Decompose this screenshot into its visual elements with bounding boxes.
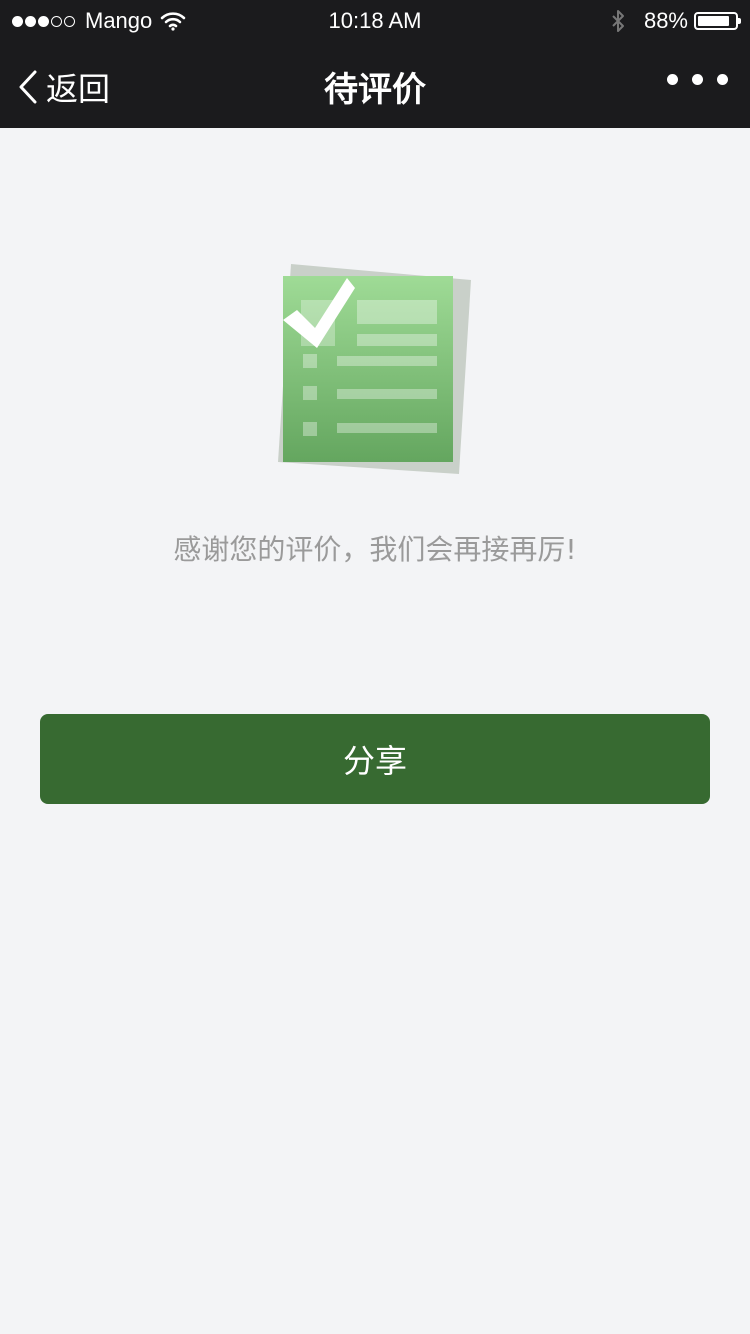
status-right: 88%: [610, 8, 741, 34]
bluetooth-icon: [612, 10, 624, 32]
more-dot: [692, 74, 703, 85]
status-bar: Mango 10:18 AM 88%: [0, 0, 750, 40]
checklist-icon: [275, 262, 475, 482]
navigation-bar: 返回 待评价: [0, 40, 750, 128]
thank-you-message: 感谢您的评价，我们会再接再厉!: [173, 533, 577, 566]
share-button[interactable]: 分享: [40, 714, 710, 804]
page-title: 待评价: [324, 70, 426, 110]
more-dot: [667, 74, 678, 85]
more-icon[interactable]: [653, 74, 728, 85]
battery-percent: 88%: [643, 8, 688, 33]
more-dot: [717, 74, 728, 85]
battery-icon: [694, 12, 741, 30]
share-button-label: 分享: [342, 742, 407, 780]
battery-fill: [698, 16, 730, 26]
